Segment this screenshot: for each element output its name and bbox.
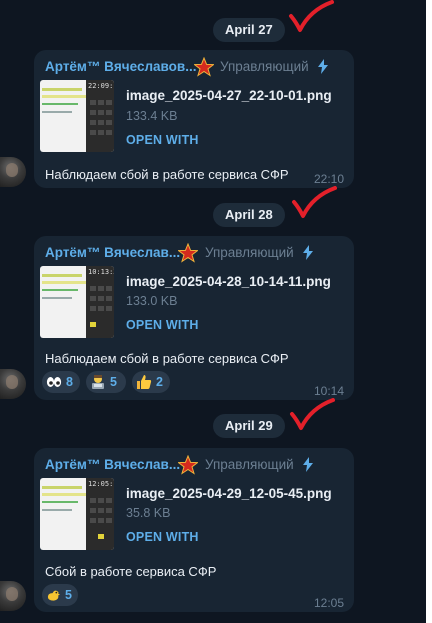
date-separator: April 27: [213, 18, 285, 42]
date-label: April 29: [225, 418, 273, 433]
red-star-icon: [178, 455, 198, 475]
message-time: 12:05: [313, 596, 344, 610]
avatar[interactable]: [0, 581, 26, 611]
sender-name[interactable]: Артём™ Вячеслав...: [45, 457, 180, 472]
file-name[interactable]: image_2025-04-27_22-10-01.png: [126, 88, 332, 103]
file-size: 133.0 KB: [126, 294, 178, 308]
image-thumbnail[interactable]: 12:05:17: [40, 478, 114, 550]
open-with-button[interactable]: OPEN WITH: [126, 530, 199, 544]
lightning-icon: [303, 457, 313, 472]
file-size: 133.4 KB: [126, 109, 178, 123]
message-text: Наблюдаем сбой в работе сервиса СФР: [45, 167, 289, 182]
reaction-count: 8: [66, 375, 73, 389]
sender-name[interactable]: Артём™ Вячеслав...: [45, 245, 180, 260]
date-label: April 28: [225, 207, 273, 222]
duck-emoji-icon: [47, 590, 61, 601]
red-checkmark-icon: [289, 0, 334, 32]
message-time: 10:14: [313, 384, 344, 398]
open-with-button[interactable]: OPEN WITH: [126, 133, 199, 147]
reaction-technologist[interactable]: 5: [86, 371, 126, 393]
message-bubble[interactable]: Артём™ Вячеслав... Управляющий 12:05:17 …: [34, 448, 354, 612]
red-checkmark-icon: [290, 398, 335, 430]
reaction-eyes[interactable]: 8: [42, 371, 80, 393]
window-edge: [426, 0, 432, 623]
red-star-icon: [178, 243, 198, 263]
thumbnail-clock: 12:05:17: [88, 480, 114, 488]
message-text: Наблюдаем сбой в работе сервиса СФР: [45, 351, 289, 366]
image-thumbnail[interactable]: 10:13:31: [40, 266, 114, 338]
thumbnail-clock: 22:09:15: [88, 82, 114, 90]
reaction-count: 5: [110, 375, 117, 389]
image-thumbnail[interactable]: 22:09:15: [40, 80, 114, 152]
reaction-duck[interactable]: 5: [42, 584, 78, 606]
lightning-icon: [318, 59, 328, 74]
member-role: Управляющий: [205, 457, 294, 472]
file-name[interactable]: image_2025-04-28_10-14-11.png: [126, 274, 331, 289]
message-bubble[interactable]: Артём™ Вячеславов... Управляющий 22:09:1…: [34, 50, 354, 188]
technologist-emoji-icon: [92, 375, 104, 389]
sender-name[interactable]: Артём™ Вячеславов...: [45, 59, 196, 74]
member-role: Управляющий: [205, 245, 294, 260]
red-star-icon: [194, 57, 214, 77]
reaction-count: 2: [156, 375, 163, 389]
member-role: Управляющий: [220, 59, 309, 74]
file-name[interactable]: image_2025-04-29_12-05-45.png: [126, 486, 332, 501]
reaction-thumbs-up[interactable]: 2: [132, 371, 170, 393]
reaction-count: 5: [65, 588, 72, 602]
thumbs-up-emoji-icon: [137, 375, 152, 389]
avatar[interactable]: [0, 369, 26, 399]
message-text: Сбой в работе сервиса СФР: [45, 564, 217, 579]
eyes-emoji-icon: [46, 377, 62, 387]
message-time: 22:10: [313, 172, 344, 186]
file-size: 35.8 KB: [126, 506, 171, 520]
date-separator: April 29: [213, 414, 285, 438]
avatar[interactable]: [0, 157, 26, 187]
date-separator: April 28: [213, 203, 285, 227]
red-checkmark-icon: [292, 186, 337, 218]
date-label: April 27: [225, 22, 273, 37]
thumbnail-clock: 10:13:31: [88, 268, 114, 276]
message-bubble[interactable]: Артём™ Вячеслав... Управляющий 10:13:31 …: [34, 236, 354, 400]
lightning-icon: [303, 245, 313, 260]
open-with-button[interactable]: OPEN WITH: [126, 318, 199, 332]
